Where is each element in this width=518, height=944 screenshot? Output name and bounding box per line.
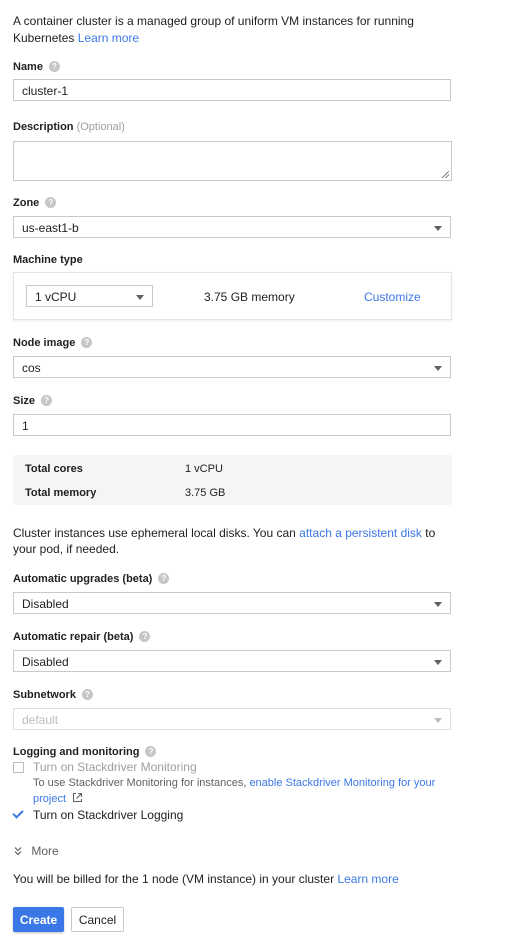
size-help-icon[interactable]: ? xyxy=(41,395,53,406)
total-memory-value: 3.75 GB xyxy=(185,487,226,499)
dropdown-caret-icon xyxy=(434,602,442,607)
auto-upgrades-value: Disabled xyxy=(22,597,69,611)
zone-select-value: us-east1-b xyxy=(22,221,79,235)
logging-help-icon[interactable]: ? xyxy=(145,746,157,757)
size-input[interactable]: 1 xyxy=(13,414,451,436)
logging-checkbox[interactable] xyxy=(12,807,24,821)
name-label-text: Name xyxy=(13,61,43,73)
node-image-label-text: Node image xyxy=(13,337,76,349)
description-label: Description (Optional) xyxy=(13,121,125,133)
name-input-value: cluster-1 xyxy=(22,84,69,98)
auto-upgrades-label-text: Automatic upgrades (beta) xyxy=(13,573,153,585)
description-textarea[interactable] xyxy=(13,141,452,181)
auto-repair-select[interactable]: Disabled xyxy=(13,650,451,672)
disks-text-before: Cluster instances use ephemeral local di… xyxy=(13,526,296,540)
disks-text-after: to xyxy=(425,526,436,540)
cancel-button[interactable]: Cancel xyxy=(71,907,124,932)
name-label: Name? xyxy=(13,61,60,73)
node-image-select[interactable]: cos xyxy=(13,356,451,378)
create-button[interactable]: Create xyxy=(13,907,64,932)
size-input-value: 1 xyxy=(22,419,29,433)
total-cores-label: Total cores xyxy=(25,463,83,475)
dropdown-caret-icon xyxy=(434,660,442,665)
billing-learn-more-link[interactable]: Learn more xyxy=(337,872,398,886)
monitoring-checkbox[interactable] xyxy=(13,762,24,773)
name-input[interactable]: cluster-1 xyxy=(13,79,451,101)
intro-line2: Kubernetes xyxy=(13,31,75,45)
zone-select[interactable]: us-east1-b xyxy=(13,216,451,238)
size-label-text: Size xyxy=(13,395,36,407)
intro-text: A container cluster is a managed group o… xyxy=(13,13,493,47)
resize-handle-icon[interactable] xyxy=(442,171,449,178)
machine-cpu-value: 1 vCPU xyxy=(35,290,77,304)
auto-upgrades-select[interactable]: Disabled xyxy=(13,592,451,614)
dropdown-caret-icon xyxy=(434,718,442,723)
subnetwork-value: default xyxy=(22,713,59,727)
auto-repair-value: Disabled xyxy=(22,655,69,669)
attach-disk-link[interactable]: attach a persistent disk xyxy=(299,526,422,540)
logging-label: Logging and monitoring? xyxy=(13,746,157,758)
auto-repair-label-text: Automatic repair (beta) xyxy=(13,631,134,643)
monitoring-hint: To use Stackdriver Monitoring for instan… xyxy=(33,775,453,807)
customize-link[interactable]: Customize xyxy=(364,290,421,304)
description-optional: (Optional) xyxy=(76,121,125,133)
dropdown-caret-icon xyxy=(434,226,442,231)
auto-repair-help-icon[interactable]: ? xyxy=(139,631,151,642)
disks-line2: your pod, if needed. xyxy=(13,542,120,556)
size-label: Size? xyxy=(13,395,53,407)
monitoring-hint-text: To use Stackdriver Monitoring for instan… xyxy=(33,777,247,789)
zone-help-icon[interactable]: ? xyxy=(45,197,57,208)
logging-label-text: Logging and monitoring xyxy=(13,746,140,758)
subnetwork-label: Subnetwork? xyxy=(13,689,93,701)
dropdown-caret-icon xyxy=(434,366,442,371)
machine-memory: 3.75 GB memory xyxy=(204,290,295,304)
resource-summary: Total cores 1 vCPU Total memory 3.75 GB xyxy=(13,455,452,505)
dropdown-caret-icon xyxy=(136,295,144,300)
external-link-icon xyxy=(73,792,83,803)
node-image-value: cos xyxy=(22,361,41,375)
more-label: More xyxy=(31,844,59,858)
auto-upgrades-help-icon[interactable]: ? xyxy=(158,573,170,584)
node-image-label: Node image? xyxy=(13,337,93,349)
zone-label: Zone? xyxy=(13,197,57,209)
subnetwork-label-text: Subnetwork xyxy=(13,689,76,701)
total-memory-label: Total memory xyxy=(25,487,97,499)
total-cores-value: 1 vCPU xyxy=(185,463,223,475)
enable-monitoring-link[interactable]: enable Stackdriver Monitoring for your xyxy=(249,777,435,789)
machine-type-label: Machine type xyxy=(13,254,83,266)
intro-line1: A container cluster is a managed group o… xyxy=(13,14,414,28)
checkmark-icon xyxy=(12,807,24,819)
disks-text: Cluster instances use ephemeral local di… xyxy=(13,525,493,557)
logging-checkbox-label: Turn on Stackdriver Logging xyxy=(33,808,184,822)
more-toggle[interactable]: More xyxy=(13,844,59,858)
billing-text: You will be billed for the 1 node (VM in… xyxy=(13,872,399,886)
auto-repair-label: Automatic repair (beta)? xyxy=(13,631,151,643)
subnetwork-help-icon[interactable]: ? xyxy=(81,689,93,700)
node-image-help-icon[interactable]: ? xyxy=(81,337,93,348)
monitoring-label: Turn on Stackdriver Monitoring xyxy=(33,760,197,774)
machine-cpu-select[interactable]: 1 vCPU xyxy=(26,285,153,307)
subnetwork-select[interactable]: default xyxy=(13,708,451,730)
enable-monitoring-link-project[interactable]: project xyxy=(33,793,66,805)
billing-text-content: You will be billed for the 1 node (VM in… xyxy=(13,872,335,886)
description-label-text: Description xyxy=(13,121,74,133)
name-help-icon[interactable]: ? xyxy=(48,61,60,72)
double-chevron-down-icon xyxy=(14,847,22,856)
intro-learn-more-link[interactable]: Learn more xyxy=(78,31,139,45)
machine-type-panel: 1 vCPU 3.75 GB memory Customize xyxy=(13,272,452,320)
auto-upgrades-label: Automatic upgrades (beta)? xyxy=(13,573,170,585)
zone-label-text: Zone xyxy=(13,197,40,209)
